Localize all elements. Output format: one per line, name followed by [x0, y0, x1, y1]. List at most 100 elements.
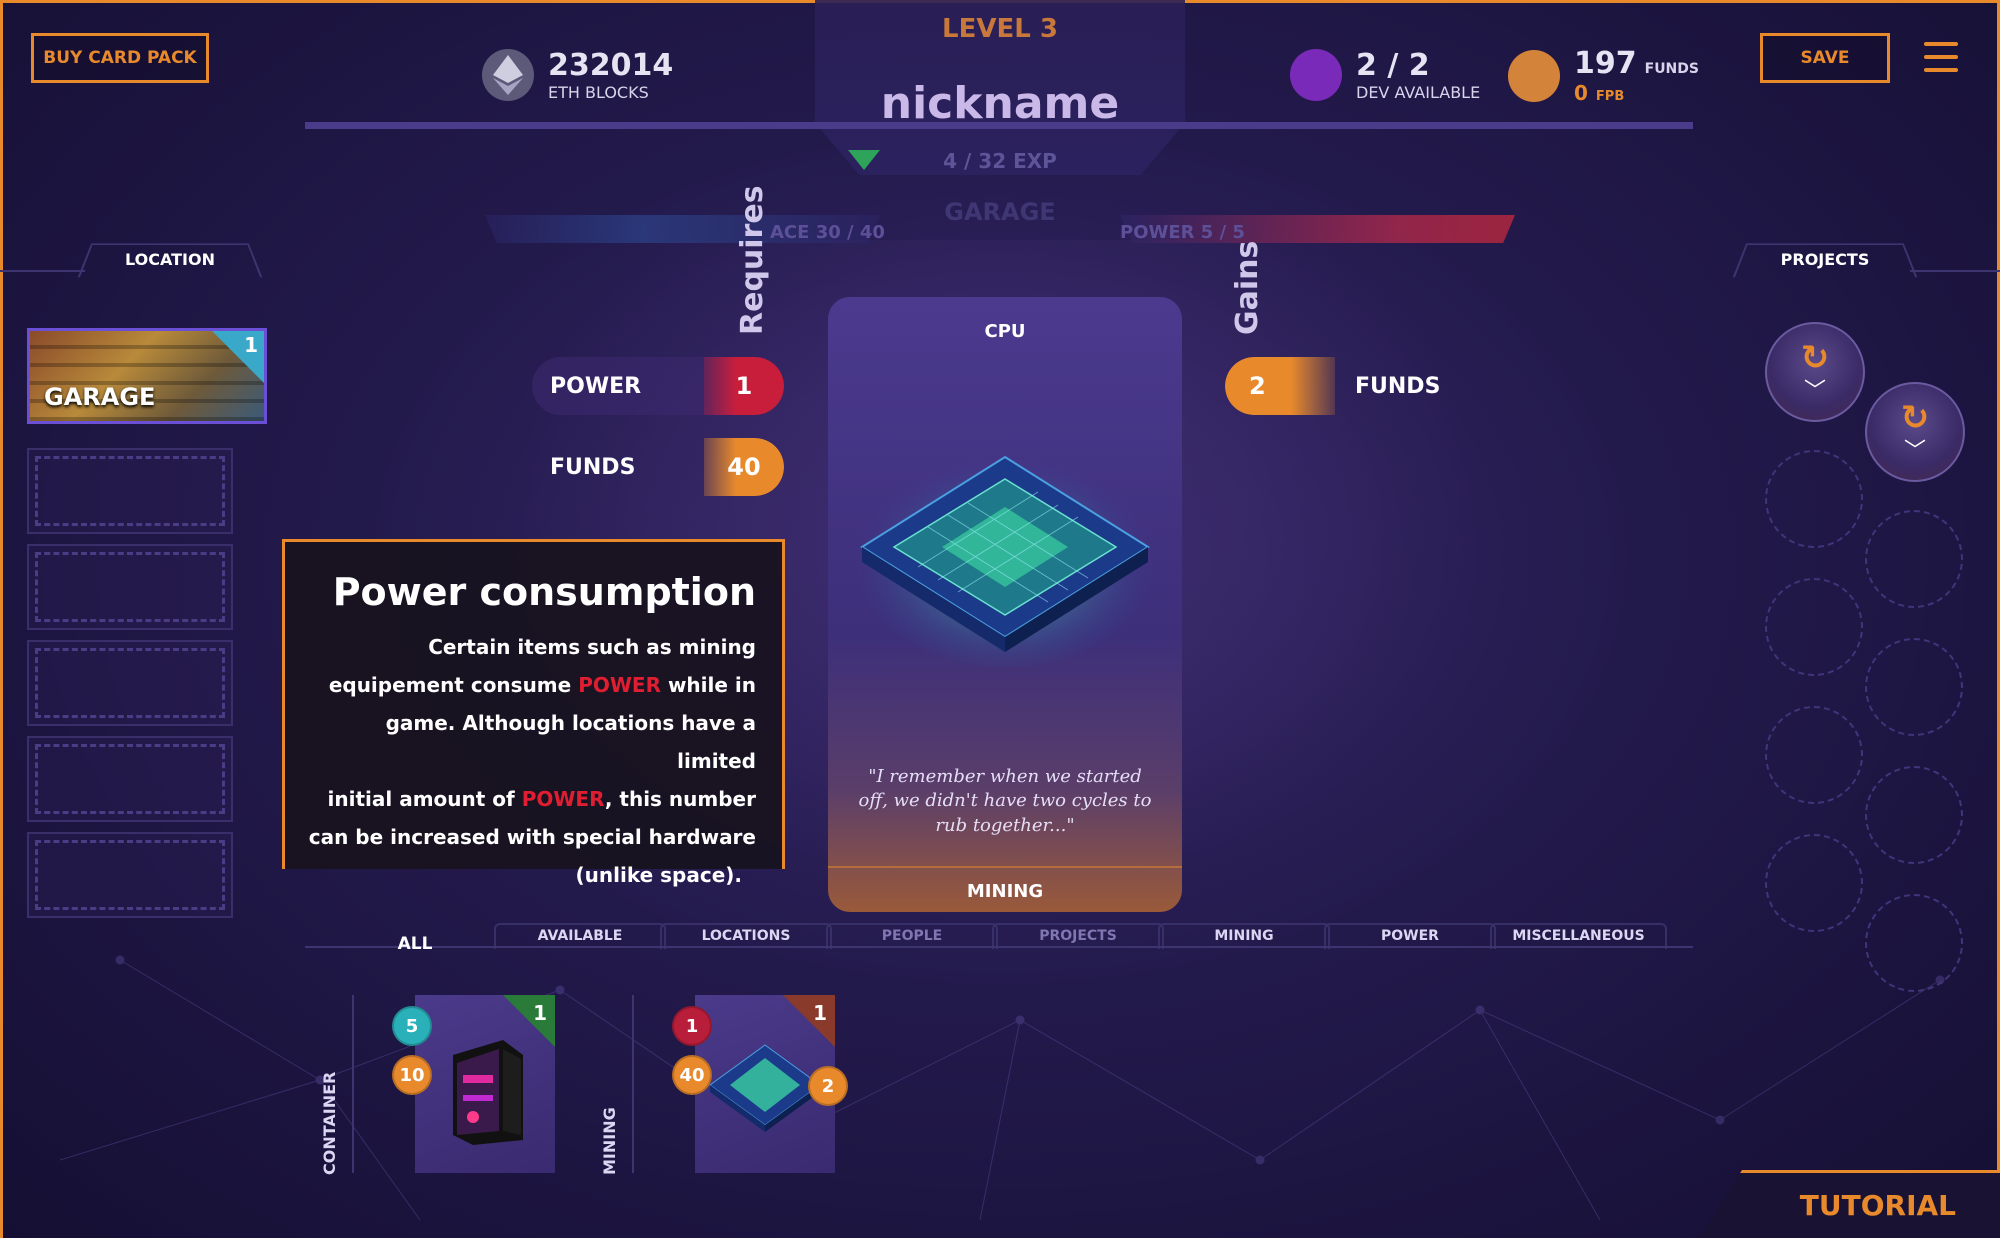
funds-coin-icon — [1508, 49, 1560, 102]
tooltip-line: can be increased with special hardware — [308, 825, 756, 849]
card-detail-cpu[interactable]: CPU "I remember when we started off, we … — [828, 297, 1182, 912]
gain-name: FUNDS — [1355, 373, 1441, 399]
location-slot-empty[interactable] — [27, 736, 233, 822]
tooltip-line: , this number — [604, 787, 756, 811]
gain-funds: 2 FUNDS — [1225, 357, 1485, 415]
level-label: LEVEL 3 — [942, 14, 1058, 44]
location-name: GARAGE — [44, 383, 156, 411]
tooltip-power-keyword: POWER — [578, 673, 661, 697]
project-slot-empty[interactable] — [1765, 450, 1863, 548]
funds-badge: 40 — [672, 1055, 712, 1095]
buy-card-pack-button[interactable]: BUY CARD PACK — [31, 33, 209, 83]
tab-available[interactable]: AVAILABLE — [500, 923, 660, 949]
hand-card-container[interactable]: 1 — [415, 995, 555, 1173]
chevron-down-icon: ﹀ — [1803, 379, 1826, 404]
tooltip-line: (unlike space). — [575, 863, 743, 887]
location-panel-title: LOCATION — [85, 242, 255, 276]
location-slot-empty[interactable] — [27, 640, 233, 726]
category-divider — [632, 995, 634, 1173]
require-value: 40 — [704, 438, 784, 496]
project-slot-empty[interactable] — [1865, 894, 1963, 992]
fpb-value: 0 — [1574, 81, 1588, 105]
project-slot-empty[interactable] — [1765, 578, 1863, 676]
tooltip-line: equipement consume — [328, 673, 579, 697]
gain-value: 2 — [1225, 357, 1335, 415]
tooltip-line: initial amount of — [327, 787, 522, 811]
cpu-chip-image — [709, 1044, 821, 1132]
tab-people[interactable]: PEOPLE — [832, 923, 992, 949]
card-type: MINING — [966, 881, 1044, 902]
tutorial-button[interactable]: TUTORIAL — [1700, 1170, 2000, 1238]
card-count: 1 — [533, 1001, 547, 1025]
category-label-container: CONTAINER — [320, 1071, 339, 1175]
tooltip-title: Power consumption — [332, 570, 756, 614]
power-ghost-label: POWER 5 / 5 — [1120, 222, 1245, 243]
dev-value: 2 / 2 — [1356, 48, 1430, 83]
exp-label: 4 / 32 EXP — [943, 149, 1057, 173]
tab-mining[interactable]: MINING — [1164, 923, 1324, 949]
eth-blocks-value: 232014 — [548, 48, 674, 83]
projects-panel-title: PROJECTS — [1740, 242, 1910, 276]
tab-power[interactable]: POWER — [1330, 923, 1490, 949]
projects-panel-line — [1910, 270, 2000, 272]
require-value: 1 — [704, 357, 784, 415]
player-nickname: nickname — [880, 78, 1120, 129]
tab-all[interactable]: ALL — [380, 931, 450, 957]
pc-case-image — [453, 1040, 523, 1145]
project-slot-active[interactable]: ↻ ﹀ — [1865, 382, 1965, 482]
project-slot-empty[interactable] — [1865, 638, 1963, 736]
eth-blocks-label: ETH BLOCKS — [548, 83, 649, 102]
category-divider — [352, 995, 354, 1173]
refresh-icon: ↻ — [1900, 398, 1930, 438]
card-title: CPU — [984, 321, 1026, 342]
refresh-icon: ↻ — [1800, 338, 1830, 378]
exp-indicator-icon — [848, 150, 880, 170]
project-slot-empty[interactable] — [1765, 834, 1863, 932]
fpb-label: FPB — [1595, 89, 1625, 104]
tooltip-body: Certain items such as mining equipement … — [305, 628, 756, 894]
require-funds: FUNDS 40 — [532, 438, 784, 496]
category-label-mining: MINING — [600, 1107, 619, 1175]
funds-stat: 197 FUNDS 0 FPB — [1508, 46, 1699, 105]
save-button[interactable]: SAVE — [1760, 33, 1890, 83]
tab-miscellaneous[interactable]: MISCELLANEOUS — [1496, 923, 1661, 949]
dev-label: DEV AVAILABLE — [1356, 83, 1481, 102]
location-title-text: LOCATION — [125, 249, 215, 269]
project-slot-active[interactable]: ↻ ﹀ — [1765, 322, 1865, 422]
card-count: 1 — [813, 1001, 827, 1025]
network-background — [59, 955, 1945, 1221]
location-slot-empty[interactable] — [27, 832, 233, 918]
tooltip-line: while in — [660, 673, 756, 697]
project-slot-empty[interactable] — [1765, 706, 1863, 804]
location-count: 1 — [244, 333, 258, 357]
tooltip-power-keyword: POWER — [521, 787, 605, 811]
dev-icon — [1290, 49, 1342, 101]
menu-icon[interactable] — [1924, 42, 1958, 74]
power-badge: 1 — [672, 1006, 712, 1046]
tab-locations[interactable]: LOCATIONS — [666, 923, 826, 949]
location-slot-empty[interactable] — [27, 448, 233, 534]
require-name: POWER — [550, 373, 642, 399]
location-panel-line — [0, 270, 85, 272]
project-slot-empty[interactable] — [1865, 510, 1963, 608]
card-flavor-quote: "I remember when we started off, we didn… — [858, 766, 1152, 836]
location-slot-empty[interactable] — [27, 544, 233, 630]
location-ghost-label: GARAGE — [944, 198, 1056, 226]
ethereum-icon — [482, 49, 534, 101]
funds-badge: 10 — [392, 1055, 432, 1095]
requires-title: Requires — [735, 185, 770, 335]
gains-title: Gains — [1230, 240, 1265, 335]
funds-value: 197 — [1574, 46, 1637, 81]
project-slot-empty[interactable] — [1865, 766, 1963, 864]
power-consumption-tooltip: Power consumption Certain items such as … — [282, 539, 785, 887]
space-badge: 5 — [392, 1006, 432, 1046]
dev-stat: 2 / 2 DEV AVAILABLE — [1290, 48, 1480, 102]
tab-projects[interactable]: PROJECTS — [998, 923, 1158, 949]
gain-funds-badge: 2 — [808, 1066, 848, 1106]
require-name: FUNDS — [550, 454, 636, 480]
location-card-garage[interactable]: 1 GARAGE — [27, 328, 267, 424]
card-divider — [828, 866, 1182, 868]
chevron-down-icon: ﹀ — [1903, 439, 1926, 464]
tooltip-line: Certain items such as mining — [428, 635, 756, 659]
space-ghost-label: ACE 30 / 40 — [770, 222, 885, 243]
